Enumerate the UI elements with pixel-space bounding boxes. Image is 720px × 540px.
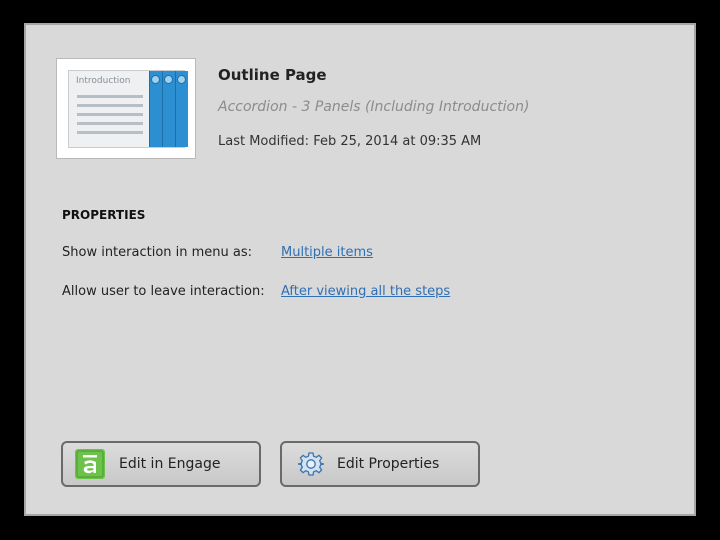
leave-interaction-link[interactable]: After viewing all the steps [281,284,450,299]
accordion-thumbnail: Introduction [56,58,196,159]
last-modified: Last Modified: Feb 25, 2014 at 09:35 AM [218,134,482,149]
thumbnail-text-line [77,95,143,98]
edit-in-engage-button[interactable]: Edit in Engage [61,441,261,487]
page-title: Outline Page [218,66,327,84]
interaction-panel: Introduction Outline Page Accordion - 3 … [24,23,696,516]
accordion-knob-icon [151,75,160,84]
leave-interaction-label: Allow user to leave interaction: [62,284,265,299]
interaction-type: Accordion - 3 Panels (Including Introduc… [218,99,530,115]
menu-display-label: Show interaction in menu as: [62,245,253,260]
properties-heading: PROPERTIES [62,208,146,222]
edit-properties-button[interactable]: Edit Properties [280,441,480,487]
edit-properties-label: Edit Properties [337,456,440,472]
thumbnail-text-line [77,104,143,107]
accordion-panel-tab [175,71,188,147]
thumbnail-page: Introduction [68,70,188,148]
gear-icon [297,451,325,477]
thumbnail-text-line [77,122,143,125]
menu-display-link[interactable]: Multiple items [281,245,373,260]
accordion-panel-tab [162,71,175,147]
thumbnail-text-line [77,131,143,134]
accordion-knob-icon [177,75,186,84]
accordion-knob-icon [164,75,173,84]
accordion-panel-tab [149,71,162,147]
edit-in-engage-label: Edit in Engage [119,456,221,472]
thumbnail-title: Introduction [76,76,131,86]
engage-icon [75,449,105,479]
thumbnail-text-line [77,113,143,116]
